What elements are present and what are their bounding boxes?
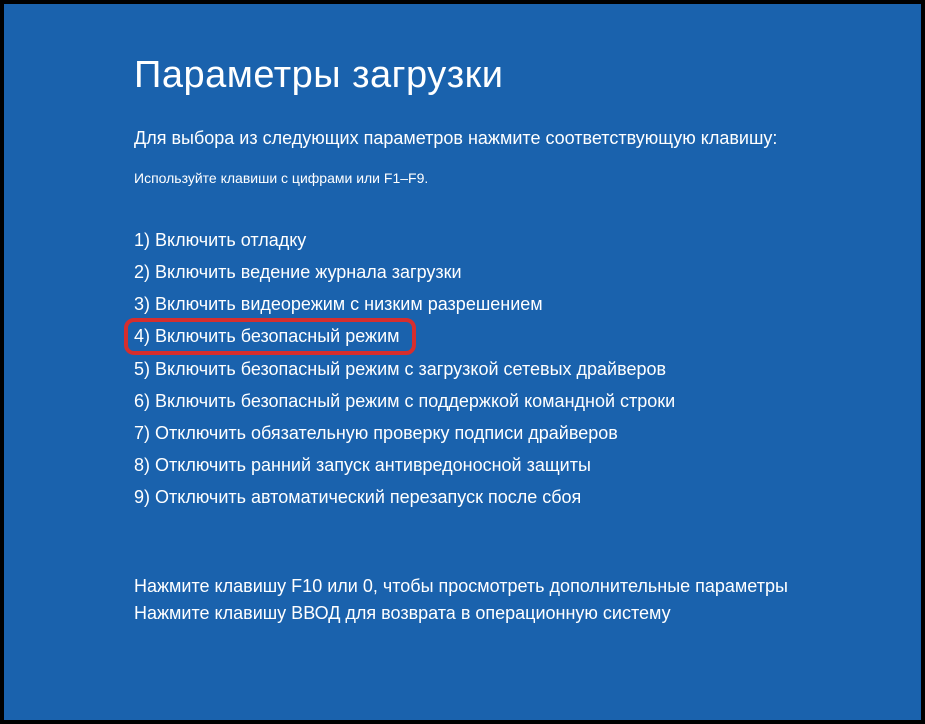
footer-line-2: Нажмите клавишу ВВОД для возврата в опер… <box>134 600 791 627</box>
option-8[interactable]: 8) Отключить ранний запуск антивредоносн… <box>134 449 791 481</box>
option-9[interactable]: 9) Отключить автоматический перезапуск п… <box>134 481 791 513</box>
hint-text: Используйте клавиши с цифрами или F1–F9. <box>134 170 791 186</box>
options-list: 1) Включить отладку 2) Включить ведение … <box>134 224 791 513</box>
option-1[interactable]: 1) Включить отладку <box>134 224 791 256</box>
option-4[interactable]: 4) Включить безопасный режим <box>124 318 416 355</box>
option-6[interactable]: 6) Включить безопасный режим с поддержко… <box>134 385 791 417</box>
instruction-text: Для выбора из следующих параметров нажми… <box>134 125 791 152</box>
footer-line-1: Нажмите клавишу F10 или 0, чтобы просмот… <box>134 573 791 600</box>
footer-text: Нажмите клавишу F10 или 0, чтобы просмот… <box>134 573 791 627</box>
page-title: Параметры загрузки <box>134 54 791 97</box>
startup-settings-screen: Параметры загрузки Для выбора из следующ… <box>4 4 921 720</box>
option-7[interactable]: 7) Отключить обязательную проверку подпи… <box>134 417 791 449</box>
option-2[interactable]: 2) Включить ведение журнала загрузки <box>134 256 791 288</box>
option-3[interactable]: 3) Включить видеорежим с низким разрешен… <box>134 288 791 320</box>
option-5[interactable]: 5) Включить безопасный режим с загрузкой… <box>134 353 791 385</box>
